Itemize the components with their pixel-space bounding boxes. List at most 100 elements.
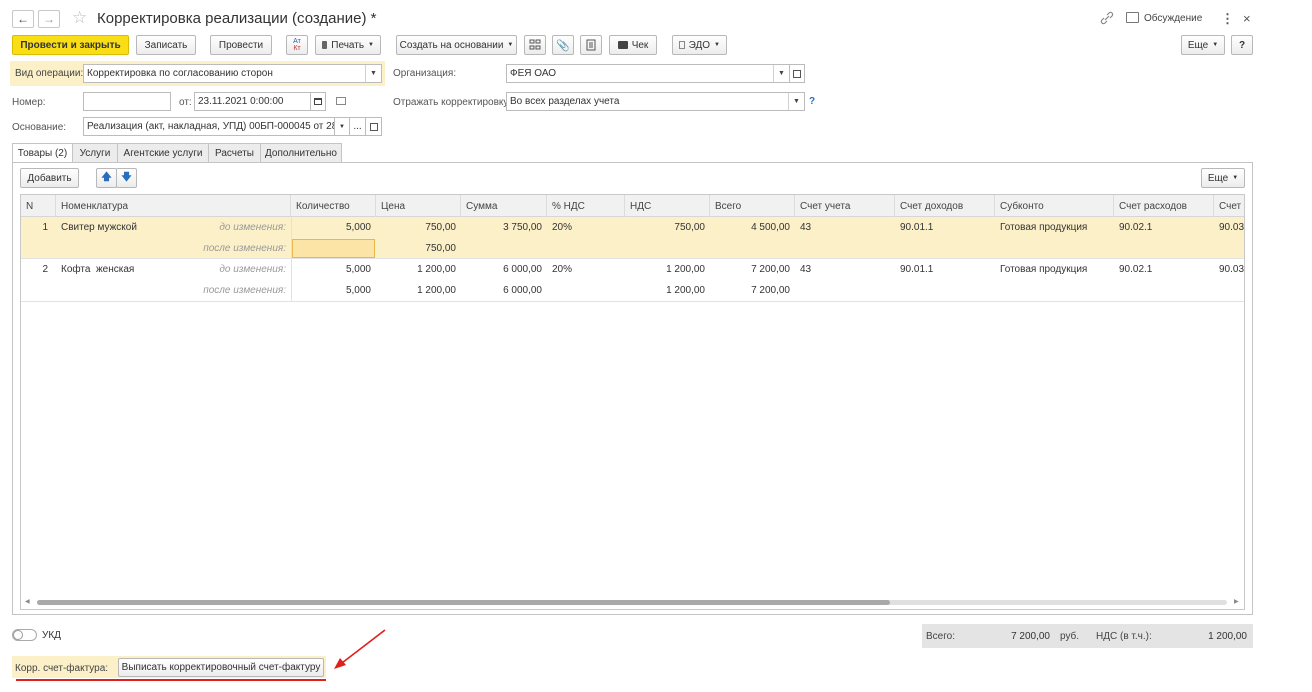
post-and-close-button[interactable]: Провести и закрыть xyxy=(12,35,129,55)
chevron-down-icon[interactable]: ▼ xyxy=(788,93,804,110)
vat-rate-cell[interactable]: 20% xyxy=(547,217,625,238)
nomenclature-cell[interactable]: Кофта женская xyxy=(56,259,176,280)
basis-open-button[interactable] xyxy=(365,117,382,136)
subconto-cell[interactable]: Готовая продукция xyxy=(995,259,1114,280)
expense-account-cell[interactable]: 90.02.1 xyxy=(1114,259,1214,280)
vat-cell[interactable]: 1 200,00 xyxy=(625,280,710,301)
attach-button[interactable]: 📎 xyxy=(552,35,574,55)
edo-button[interactable]: ЭДО ▼ xyxy=(672,35,727,55)
table-more-button[interactable]: Еще ▼ xyxy=(1201,168,1245,188)
nomenclature-cell[interactable]: Свитер мужской xyxy=(56,217,176,238)
scroll-right-icon[interactable]: ▶ xyxy=(1234,598,1239,605)
income-account-cell[interactable]: 90.01.1 xyxy=(895,217,995,238)
reflect-correction-select[interactable]: Во всех разделах учета ▼ xyxy=(506,92,805,111)
help-question-icon[interactable]: ? xyxy=(809,96,815,107)
report-button[interactable] xyxy=(580,35,602,55)
scroll-left-icon[interactable]: ◀ xyxy=(25,598,30,605)
number-label: Номер: xyxy=(12,97,46,108)
print-button[interactable]: Печать ▼ xyxy=(315,35,381,55)
quantity-cell[interactable]: 5,000 xyxy=(291,280,376,301)
date-input[interactable]: 23.11.2021 0:00:00 xyxy=(194,92,311,111)
dt-kt-button[interactable]: Ат Кт xyxy=(286,35,308,55)
move-up-button[interactable]: 🡅 xyxy=(96,168,117,188)
discussion-label[interactable]: Обсуждение xyxy=(1144,13,1202,24)
vat-cell[interactable]: 1 200,00 xyxy=(625,259,710,280)
tab-goods[interactable]: Товары (2) xyxy=(12,143,73,163)
basis-dropdown-button[interactable]: ▼ xyxy=(334,117,350,136)
col-header-subconto[interactable]: Субконто xyxy=(995,195,1114,217)
col-header-income-account[interactable]: Счет доходов xyxy=(895,195,995,217)
col-header-quantity[interactable]: Количество xyxy=(291,195,376,217)
quantity-cell[interactable]: 5,000 xyxy=(291,259,376,280)
organization-select[interactable]: ФЕЯ ОАО ▼ xyxy=(506,64,790,83)
calendar-button[interactable] xyxy=(310,92,326,111)
sum-cell[interactable]: 3 750,00 xyxy=(461,217,547,238)
col-header-vat[interactable]: НДС xyxy=(625,195,710,217)
chevron-down-icon[interactable]: ▼ xyxy=(365,65,381,82)
tab-services[interactable]: Услуги xyxy=(72,143,118,162)
price-cell[interactable]: 1 200,00 xyxy=(376,259,461,280)
total-cell[interactable]: 7 200,00 xyxy=(710,259,795,280)
discussion-icon[interactable] xyxy=(1126,12,1139,23)
subconto-cell[interactable]: Готовая продукция xyxy=(995,217,1114,238)
back-button[interactable]: ← xyxy=(12,10,34,28)
price-cell[interactable]: 750,00 xyxy=(376,217,461,238)
add-row-button[interactable]: Добавить xyxy=(20,168,79,188)
income-account-cell[interactable]: 90.01.1 xyxy=(895,259,995,280)
account-n-cell[interactable]: 90.03 xyxy=(1214,217,1244,238)
organization-open-button[interactable] xyxy=(789,64,805,83)
col-header-account-n[interactable]: Счет Н xyxy=(1214,195,1244,217)
tab-settlements[interactable]: Расчеты xyxy=(208,143,261,162)
scrollbar-thumb[interactable] xyxy=(37,600,890,605)
basis-select-button[interactable]: ... xyxy=(349,117,366,136)
quantity-edit-field[interactable] xyxy=(292,239,375,258)
check-button[interactable]: Чек xyxy=(609,35,657,55)
vat-cell[interactable]: 750,00 xyxy=(625,217,710,238)
post-button[interactable]: Провести xyxy=(210,35,272,55)
chevron-down-icon[interactable]: ▼ xyxy=(773,65,789,82)
table-row[interactable]: 2 Кофта женская до изменения: 5,000 1 20… xyxy=(21,259,1244,302)
ukd-toggle[interactable] xyxy=(12,629,37,641)
more-vert-icon[interactable]: ⋮ xyxy=(1221,11,1234,27)
sum-cell[interactable]: 6 000,00 xyxy=(461,280,547,301)
comment-icon[interactable] xyxy=(336,97,346,105)
tab-additional[interactable]: Дополнительно xyxy=(260,143,342,162)
more-button[interactable]: Еще ▼ xyxy=(1181,35,1225,55)
table-row[interactable]: 1 Свитер мужской до изменения: 5,000 750… xyxy=(21,217,1244,259)
help-button[interactable]: ? xyxy=(1231,35,1253,55)
save-button[interactable]: Записать xyxy=(136,35,196,55)
price-cell[interactable]: 750,00 xyxy=(376,238,461,259)
account-cell[interactable]: 43 xyxy=(795,259,895,280)
col-header-expense-account[interactable]: Счет расходов xyxy=(1114,195,1214,217)
price-cell[interactable]: 1 200,00 xyxy=(376,280,461,301)
col-header-sum[interactable]: Сумма xyxy=(461,195,547,217)
account-cell[interactable]: 43 xyxy=(795,217,895,238)
vat-rate-cell[interactable]: 20% xyxy=(547,259,625,280)
total-cell[interactable]: 7 200,00 xyxy=(710,280,795,301)
col-header-nomenclature-ext xyxy=(176,195,291,217)
favorite-star-icon[interactable]: ☆ xyxy=(72,8,87,28)
horizontal-scrollbar[interactable] xyxy=(37,600,1227,605)
col-header-nomenclature[interactable]: Номенклатура xyxy=(56,195,176,217)
col-header-n[interactable]: N xyxy=(21,195,56,217)
col-header-price[interactable]: Цена xyxy=(376,195,461,217)
close-icon[interactable]: × xyxy=(1243,11,1251,26)
sum-cell[interactable]: 6 000,00 xyxy=(461,259,547,280)
move-down-button[interactable]: 🡇 xyxy=(116,168,137,188)
issue-corrective-invoice-button[interactable]: Выписать корректировочный счет-фактуру xyxy=(118,658,324,677)
total-cell[interactable]: 4 500,00 xyxy=(710,217,795,238)
basis-input[interactable]: Реализация (акт, накладная, УПД) 00БП-00… xyxy=(83,117,335,136)
col-header-vat-rate[interactable]: % НДС xyxy=(547,195,625,217)
tab-agent-services[interactable]: Агентские услуги xyxy=(117,143,209,162)
expense-account-cell[interactable]: 90.02.1 xyxy=(1114,217,1214,238)
account-n-cell[interactable]: 90.03 xyxy=(1214,259,1244,280)
operation-type-select[interactable]: Корректировка по согласованию сторон ▼ xyxy=(83,64,382,83)
forward-button[interactable]: → xyxy=(38,10,60,28)
structure-button[interactable] xyxy=(524,35,546,55)
col-header-account[interactable]: Счет учета xyxy=(795,195,895,217)
link-icon[interactable] xyxy=(1100,11,1114,25)
quantity-cell[interactable]: 5,000 xyxy=(291,217,376,238)
col-header-total[interactable]: Всего xyxy=(710,195,795,217)
number-input[interactable] xyxy=(83,92,171,111)
create-based-on-button[interactable]: Создать на основании ▼ xyxy=(396,35,517,55)
